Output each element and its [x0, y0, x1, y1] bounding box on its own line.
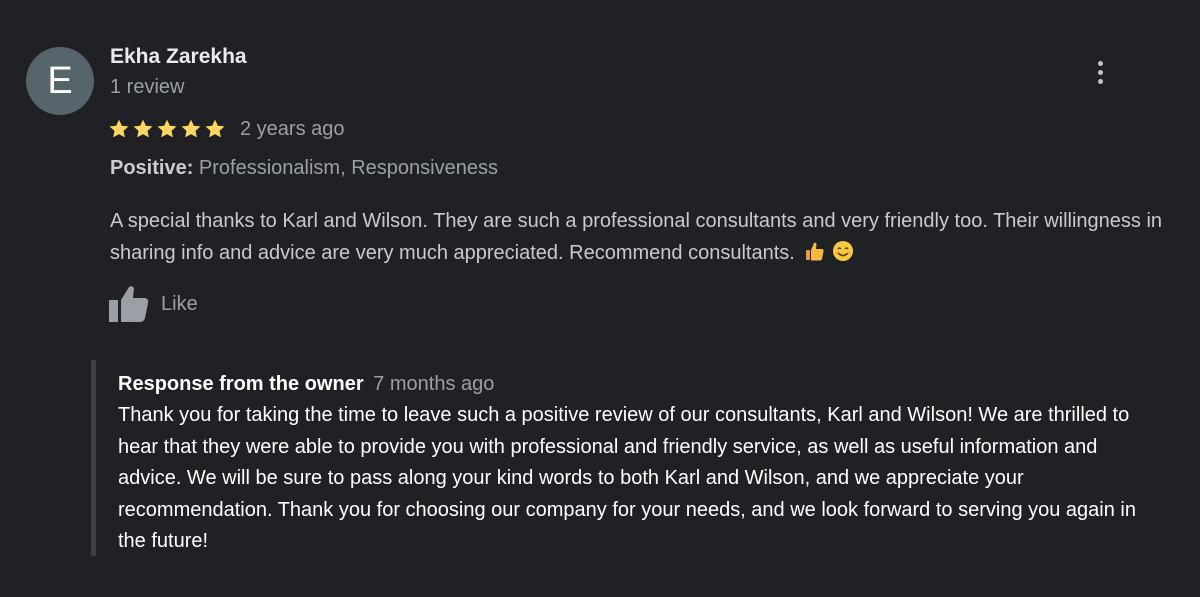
review-emojis: [804, 240, 854, 272]
owner-response: Response from the owner 7 months ago Tha…: [91, 360, 1171, 556]
author-name[interactable]: Ekha Zarekha: [110, 45, 247, 69]
tag-label: Positive:: [110, 157, 194, 179]
thumbs-up-emoji: [806, 242, 824, 261]
avatar[interactable]: E: [26, 47, 94, 115]
response-divider: [91, 360, 96, 556]
thumbs-up-icon: [109, 286, 149, 322]
like-label: Like: [161, 292, 198, 315]
more-options-button[interactable]: [1088, 56, 1114, 90]
more-vertical-icon-dot: [1098, 70, 1103, 75]
review-count[interactable]: 1 review: [110, 76, 184, 99]
avatar-letter: E: [47, 60, 73, 102]
response-title: Response from the owner: [118, 373, 364, 395]
star-icon: [133, 119, 153, 138]
review-text-block: A special thanks to Karl and Wilson. The…: [110, 205, 1170, 272]
review-time: 2 years ago: [240, 117, 345, 140]
like-button[interactable]: Like: [108, 284, 198, 324]
response-header: Response from the owner 7 months ago: [118, 373, 494, 396]
more-vertical-icon-dot: [1098, 79, 1103, 84]
star-icon: [205, 119, 225, 138]
review-text: A special thanks to Karl and Wilson. The…: [110, 210, 1163, 264]
star-rating: [108, 118, 228, 140]
smiling-face-emoji: [832, 241, 853, 261]
star-icon: [157, 119, 177, 138]
star-icon: [181, 119, 201, 138]
response-text: Thank you for taking the time to leave s…: [118, 404, 1136, 552]
more-vertical-icon: [1098, 61, 1103, 66]
review-tags: Positive: Professionalism, Responsivenes…: [110, 157, 498, 180]
star-icon: [109, 119, 129, 138]
tag-values: Professionalism, Responsiveness: [198, 157, 498, 179]
review-card: E Ekha Zarekha 1 review 2 years ago Posi…: [0, 0, 1200, 597]
response-time: 7 months ago: [373, 373, 495, 395]
rating-row: 2 years ago: [108, 114, 345, 144]
